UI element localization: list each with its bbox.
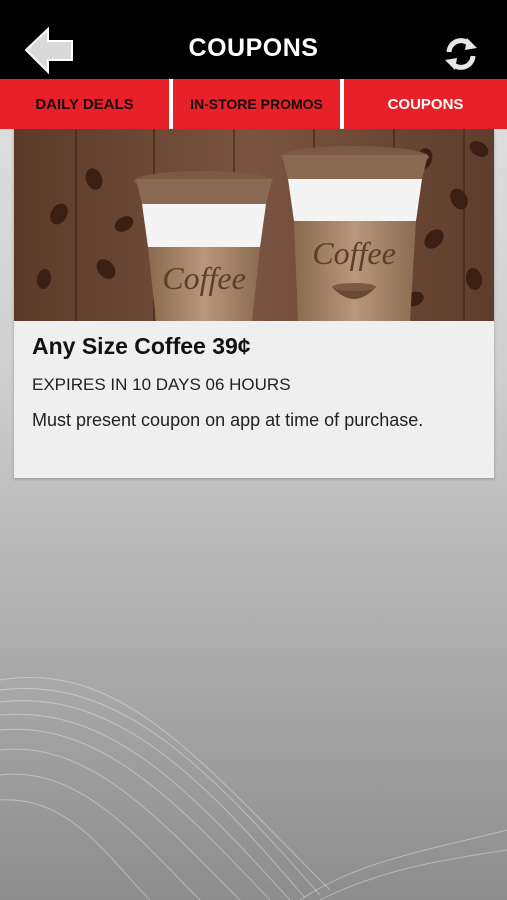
page-title: COUPONS xyxy=(188,34,319,62)
coupon-image: Coffee Coffee xyxy=(14,129,494,321)
refresh-icon xyxy=(445,38,477,70)
coffee-cup-label-left: Coffee xyxy=(162,260,246,296)
coupon-title: Any Size Coffee 39¢ xyxy=(32,333,251,359)
tab-bar: DAILY DEALS IN-STORE PROMOS COUPONS xyxy=(0,79,507,129)
background-waves xyxy=(0,676,507,900)
tab-coupons[interactable]: COUPONS xyxy=(340,79,507,129)
coupon-description: Must present coupon on app at time of pu… xyxy=(32,410,424,430)
coffee-cup-label-right: Coffee xyxy=(312,235,396,271)
coupon-expiry: EXPIRES IN 10 DAYS 06 HOURS xyxy=(32,375,291,394)
top-bar: COUPONS xyxy=(0,0,507,79)
refresh-button[interactable] xyxy=(441,36,481,72)
tab-in-store-promos[interactable]: IN-STORE PROMOS xyxy=(169,79,340,129)
tab-daily-deals[interactable]: DAILY DEALS xyxy=(0,79,169,129)
coupon-card[interactable]: Coffee Coffee Any Size Coffee 39¢ EXPIRE… xyxy=(14,129,494,478)
